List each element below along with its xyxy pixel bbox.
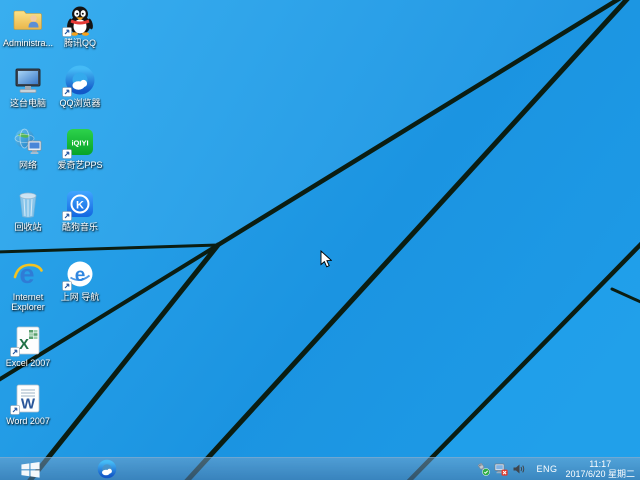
system-tray: ENG 11:17 2017/6/20 星期二 — [476, 458, 638, 480]
desktop-icon-label: 网络 — [0, 160, 56, 170]
desktop-icon-network[interactable]: 网络 — [0, 126, 56, 170]
mouse-cursor — [320, 250, 332, 268]
desktop-icon-label: Administra... — [0, 38, 56, 48]
network-icon — [12, 126, 44, 158]
desktop-icon-label: Internet Explorer — [0, 292, 56, 312]
this-pc-icon — [12, 64, 44, 96]
recycle-bin-icon — [12, 188, 44, 220]
desktop-icon-qq-browser[interactable]: QQ浏览器 — [52, 64, 108, 108]
desktop: Administra... 腾讯QQ — [0, 0, 640, 480]
shortcut-arrow-icon — [62, 211, 72, 221]
taskbar: ENG 11:17 2017/6/20 星期二 — [0, 457, 640, 480]
windows-logo-icon — [21, 460, 40, 479]
shortcut-arrow-icon — [62, 27, 72, 37]
desktop-icon-excel-2007[interactable]: X Excel 2007 — [0, 324, 56, 368]
network-disconnected-icon[interactable] — [494, 462, 508, 476]
shortcut-arrow-icon — [62, 149, 72, 159]
excel-2007-icon: X — [12, 324, 44, 356]
svg-text:e: e — [75, 265, 86, 286]
qq-browser-icon — [97, 459, 117, 479]
desktop-icon-label: 酷狗音乐 — [52, 222, 108, 232]
shortcut-arrow-icon — [62, 87, 72, 97]
desktop-icon-label: Excel 2007 — [0, 358, 56, 368]
clock-date: 2017/6/20 星期二 — [565, 469, 635, 479]
shortcut-arrow-icon — [10, 347, 20, 357]
desktop-icon-tencent-qq[interactable]: 腾讯QQ — [52, 4, 108, 48]
desktop-icon-label: 腾讯QQ — [52, 38, 108, 48]
tencent-qq-icon — [64, 4, 96, 36]
desktop-icon-label: Word 2007 — [0, 416, 56, 426]
taskbar-qq-browser-button[interactable] — [94, 458, 120, 480]
desktop-icon-iqiyi-pps[interactable]: iQIYI 爱奇艺PPS — [52, 126, 108, 170]
language-indicator[interactable]: ENG — [536, 464, 557, 474]
svg-text:X: X — [19, 336, 29, 353]
desktop-icon-label: 爱奇艺PPS — [52, 160, 108, 170]
shortcut-arrow-icon — [10, 405, 20, 415]
web-navigation-icon: e — [64, 258, 96, 290]
shortcut-arrow-icon — [62, 281, 72, 291]
svg-text:iQIYI: iQIYI — [71, 139, 88, 148]
desktop-icon-recycle-bin[interactable]: 回收站 — [0, 188, 56, 232]
internet-explorer-icon: e — [12, 258, 44, 290]
word-2007-icon: W — [12, 382, 44, 414]
desktop-icon-word-2007[interactable]: W Word 2007 — [0, 382, 56, 426]
desktop-icon-label: 上网 导航 — [52, 292, 108, 302]
qq-browser-icon — [64, 64, 96, 96]
desktop-icon-internet-explorer[interactable]: e Internet Explorer — [0, 258, 56, 312]
volume-icon[interactable] — [512, 462, 526, 476]
desktop-icon-label: 回收站 — [0, 222, 56, 232]
desktop-icon-this-pc[interactable]: 这台电脑 — [0, 64, 56, 108]
svg-text:e: e — [19, 259, 34, 289]
desktop-icon-kugou-music[interactable]: K 酷狗音乐 — [52, 188, 108, 232]
clock[interactable]: 11:17 2017/6/20 星期二 — [565, 459, 635, 479]
desktop-icon-label: 这台电脑 — [0, 98, 56, 108]
svg-text:K: K — [76, 200, 84, 212]
desktop-icon-web-navigation[interactable]: e 上网 导航 — [52, 258, 108, 302]
clock-time: 11:17 — [565, 459, 635, 469]
svg-text:W: W — [21, 396, 36, 413]
usb-safely-remove-icon[interactable] — [476, 462, 490, 476]
start-button[interactable] — [14, 459, 46, 479]
kugou-music-icon: K — [64, 188, 96, 220]
iqiyi-pps-icon: iQIYI — [64, 126, 96, 158]
desktop-icon-label: QQ浏览器 — [52, 98, 108, 108]
administrator-folder-icon — [12, 4, 44, 36]
desktop-icon-administrator[interactable]: Administra... — [0, 4, 56, 48]
